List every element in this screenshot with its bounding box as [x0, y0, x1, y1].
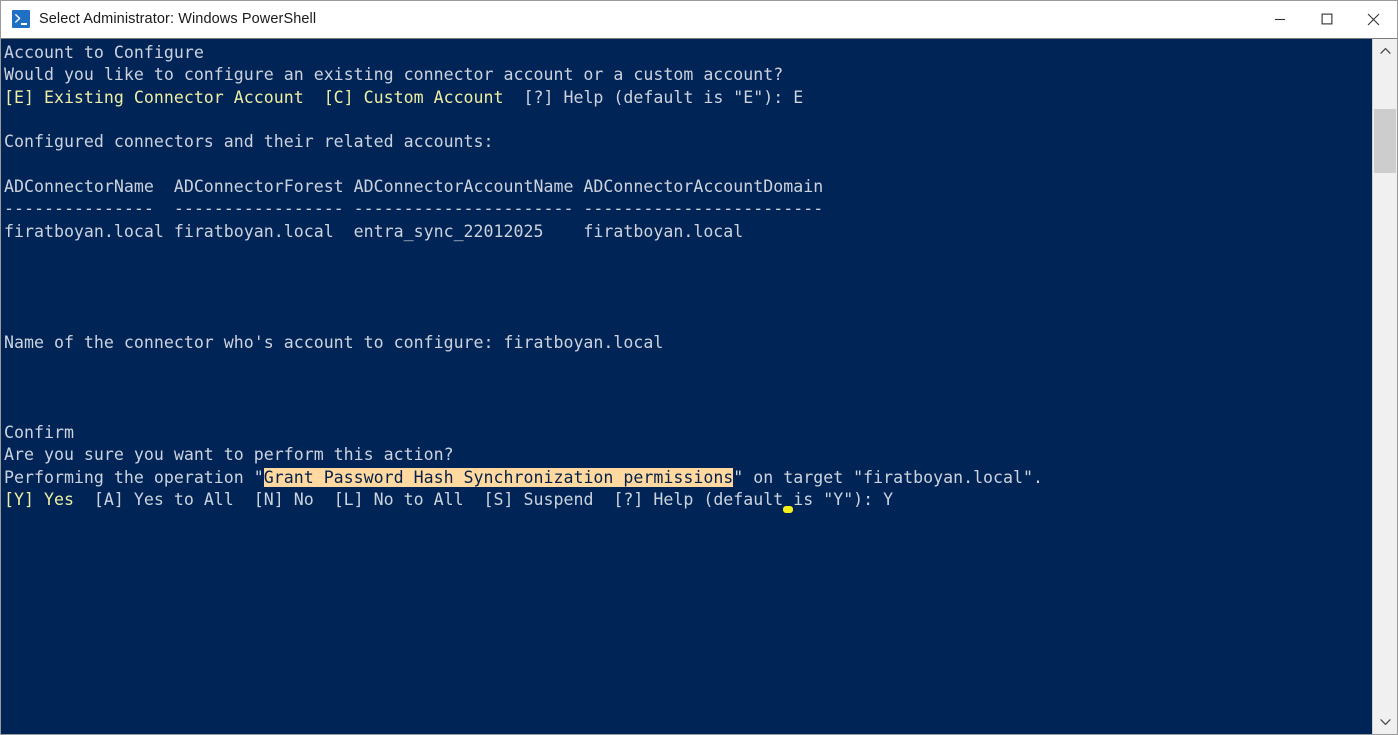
title-bar-left: Select Administrator: Windows PowerShell — [1, 10, 316, 28]
console-area: Account to Configure Would you like to co… — [1, 38, 1397, 734]
console-line: Confirm — [4, 422, 1372, 444]
console-line: Name of the connector who's account to c… — [4, 332, 1372, 354]
console-text: ADConnectorName ADConnectorForest ADConn… — [4, 177, 824, 197]
console-line: Performing the operation "Grant Password… — [4, 467, 1372, 489]
powershell-underscore-icon — [21, 23, 27, 25]
scrollbar-down-button[interactable] — [1373, 710, 1397, 734]
console-scrollbar[interactable] — [1372, 39, 1397, 734]
console-line: Are you sure you want to perform this ac… — [4, 444, 1372, 466]
console-text: [Y] Yes — [4, 489, 94, 509]
console-text: [A] Yes to All [N] No [L] No to All [S] … — [93, 489, 894, 509]
close-button[interactable] — [1350, 1, 1397, 37]
console-text: Account to Configure — [4, 43, 204, 62]
minimize-button[interactable] — [1256, 1, 1303, 37]
title-bar[interactable]: Select Administrator: Windows PowerShell — [1, 1, 1397, 38]
console-text: Confirm — [4, 422, 74, 442]
console-line: firatboyan.local firatboyan.local entra_… — [4, 221, 1372, 243]
console-line: Would you like to configure an existing … — [4, 64, 1372, 86]
chevron-up-icon — [1379, 47, 1391, 54]
console-line: [E] Existing Connector Account [C] Custo… — [4, 87, 1372, 109]
powershell-chevron-icon — [15, 14, 21, 23]
console-text: " on target "firatboyan.local". — [733, 467, 1043, 487]
close-icon — [1367, 13, 1380, 25]
console-line: [Y] Yes [A] Yes to All [N] No [L] No to … — [4, 489, 1372, 511]
console-line: Configured connectors and their related … — [4, 131, 1372, 153]
scrollbar-up-button[interactable] — [1373, 39, 1397, 63]
console-text: Performing the operation " — [4, 467, 264, 487]
maximize-icon — [1321, 13, 1332, 25]
console-text: Would you like to configure an existing … — [4, 65, 784, 85]
maximize-button[interactable] — [1303, 1, 1350, 37]
console-text: Name of the connector who's account to c… — [4, 333, 664, 353]
console-text: [E] Existing Connector Account [C] Custo… — [4, 87, 524, 107]
console-output[interactable]: Account to Configure Would you like to co… — [1, 39, 1372, 734]
powershell-icon — [12, 10, 30, 28]
console-line: ADConnectorName ADConnectorForest ADConn… — [4, 176, 1372, 198]
console-text: firatboyan.local firatboyan.local entra_… — [4, 221, 744, 241]
chevron-down-icon — [1379, 719, 1391, 726]
console-text: --------------- ----------------- ------… — [4, 199, 824, 219]
selected-text: Grant Password Hash Synchronization perm… — [263, 467, 734, 487]
console-line: --------------- ----------------- ------… — [4, 198, 1372, 220]
console-text: Configured connectors and their related … — [4, 132, 494, 152]
powershell-window: Select Administrator: Windows PowerShell — [0, 0, 1398, 735]
console-text: [?] Help (default is "E"): E — [523, 87, 804, 107]
minimize-icon — [1274, 18, 1285, 21]
scrollbar-thumb[interactable] — [1374, 109, 1396, 173]
console-text: Are you sure you want to perform this ac… — [4, 445, 454, 465]
console-line: Account to Configure — [4, 42, 1372, 64]
window-title: Select Administrator: Windows PowerShell — [39, 11, 317, 27]
text-cursor — [783, 506, 794, 513]
scrollbar-track[interactable] — [1373, 63, 1397, 710]
console-lines: Account to Configure Would you like to co… — [4, 42, 1372, 511]
window-controls — [1256, 1, 1397, 37]
